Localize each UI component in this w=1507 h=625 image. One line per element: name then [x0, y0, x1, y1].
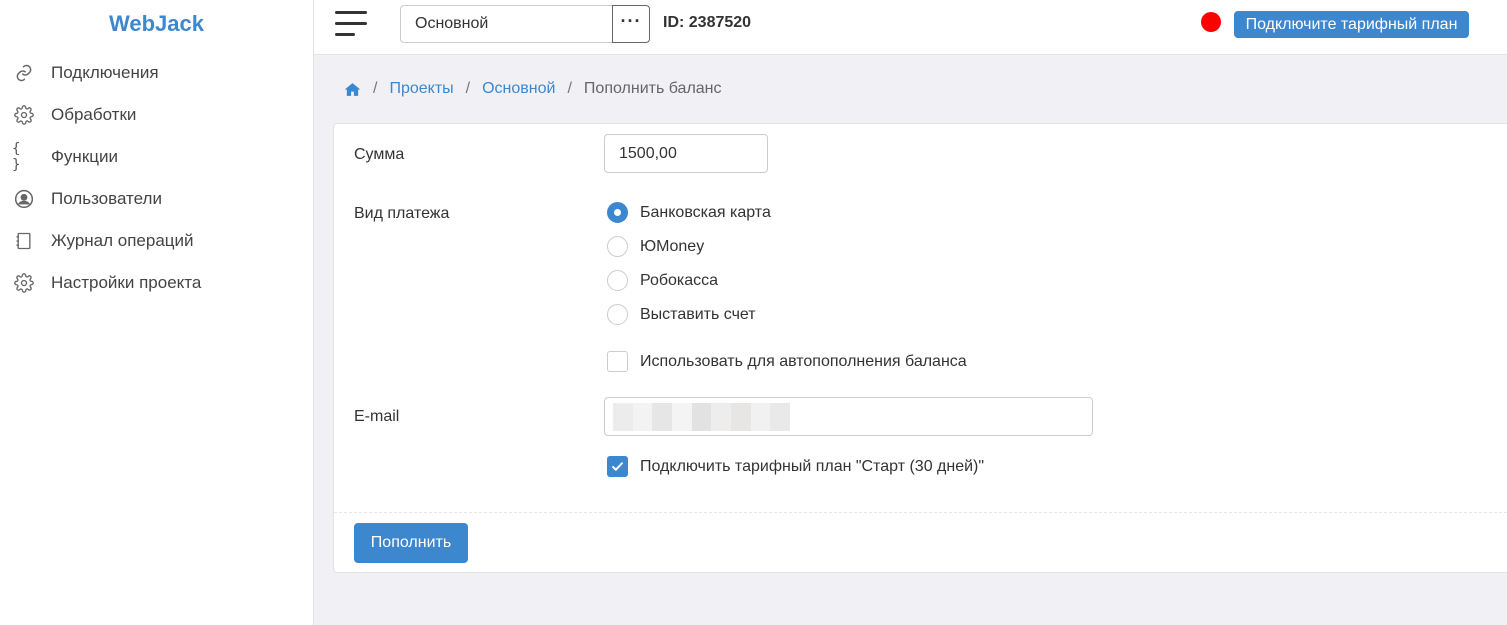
payment-option-label: Банковская карта [640, 203, 771, 221]
breadcrumb-separator: / [465, 80, 471, 97]
amount-input[interactable]: 1500,00 [604, 134, 768, 173]
amount-label: Сумма [354, 146, 405, 163]
sidebar-item-label: Журнал операций [51, 231, 194, 250]
sidebar-item-users[interactable]: Пользователи [0, 178, 313, 220]
sidebar-item-journal[interactable]: Журнал операций [0, 220, 313, 262]
blurred-email-value [613, 402, 791, 431]
topup-form-card: Сумма 1500,00 Вид платежа Банковская кар… [333, 123, 1507, 573]
sidebar-item-label: Пользователи [51, 189, 162, 208]
connect-plan-button[interactable]: Подключите тарифный план [1234, 11, 1469, 38]
payment-option-label: Выставить счет [640, 305, 756, 323]
sidebar-item-label: Подключения [51, 63, 159, 82]
project-select[interactable]: Основной [400, 5, 613, 43]
home-icon[interactable] [344, 81, 361, 98]
sidebar-item-connections[interactable]: Подключения [0, 52, 313, 94]
payment-option-label: Робокасса [640, 271, 719, 289]
breadcrumb-project[interactable]: Основной [482, 80, 555, 98]
link-icon [12, 61, 36, 85]
user-circle-icon [12, 187, 36, 211]
sidebar-item-label: Обработки [51, 105, 137, 124]
autopay-checkbox-row[interactable]: Использовать для автопополнения баланса [607, 351, 967, 372]
status-indicator [1201, 12, 1221, 32]
topup-button[interactable]: Пополнить [354, 523, 468, 563]
sidebar-item-project-settings[interactable]: Настройки проекта [0, 262, 313, 304]
sidebar-item-functions[interactable]: { } Функции [0, 136, 313, 178]
autopay-label: Использовать для автопополнения баланса [640, 352, 967, 370]
plan-checkbox-row[interactable]: Подключить тарифный план "Старт (30 дней… [607, 456, 984, 477]
sidebar-nav: Подключения Обработки { } Функции Пользо… [0, 52, 313, 304]
topbar: Основной ··· ID: 2387520 Подключите тари… [314, 0, 1507, 55]
payment-option-yoomoney[interactable]: ЮMoney [607, 236, 704, 257]
payment-option-robokassa[interactable]: Робокасса [607, 270, 718, 291]
email-field[interactable] [604, 397, 1093, 436]
radio-button[interactable] [607, 304, 628, 325]
payment-option-card[interactable]: Банковская карта [607, 202, 771, 223]
email-label: E-mail [354, 408, 400, 425]
gear-icon [12, 103, 36, 127]
sidebar-item-processing[interactable]: Обработки [0, 94, 313, 136]
breadcrumb: / Проекты / Основной / Пополнить баланс [344, 80, 722, 98]
radio-button[interactable] [607, 202, 628, 223]
breadcrumb-separator: / [373, 80, 378, 97]
plan-checkbox[interactable] [607, 456, 628, 477]
checkmark-icon [612, 462, 623, 471]
menu-icon[interactable] [335, 11, 367, 39]
payment-option-label: ЮMoney [640, 237, 705, 255]
notebook-icon [12, 229, 36, 253]
sidebar-item-label: Функции [51, 147, 118, 166]
brand-logo[interactable]: WebJack [0, 0, 313, 48]
gear-icon [12, 271, 36, 295]
breadcrumb-current: Пополнить баланс [583, 80, 722, 97]
sidebar-item-label: Настройки проекта [51, 273, 202, 292]
breadcrumb-projects[interactable]: Проекты [389, 80, 453, 98]
braces-icon: { } [12, 141, 22, 173]
plan-label: Подключить тарифный план "Старт (30 дней… [640, 457, 985, 475]
payment-type-label: Вид платежа [354, 205, 450, 222]
more-options-button[interactable]: ··· [612, 5, 650, 43]
divider [334, 512, 1507, 513]
project-id: ID: 2387520 [663, 14, 752, 31]
sidebar: WebJack Подключения Обработки { } Функци… [0, 0, 314, 625]
autopay-checkbox[interactable] [607, 351, 628, 372]
radio-button[interactable] [607, 236, 628, 257]
breadcrumb-separator: / [567, 80, 572, 97]
payment-option-invoice[interactable]: Выставить счет [607, 304, 756, 325]
radio-button[interactable] [607, 270, 628, 291]
